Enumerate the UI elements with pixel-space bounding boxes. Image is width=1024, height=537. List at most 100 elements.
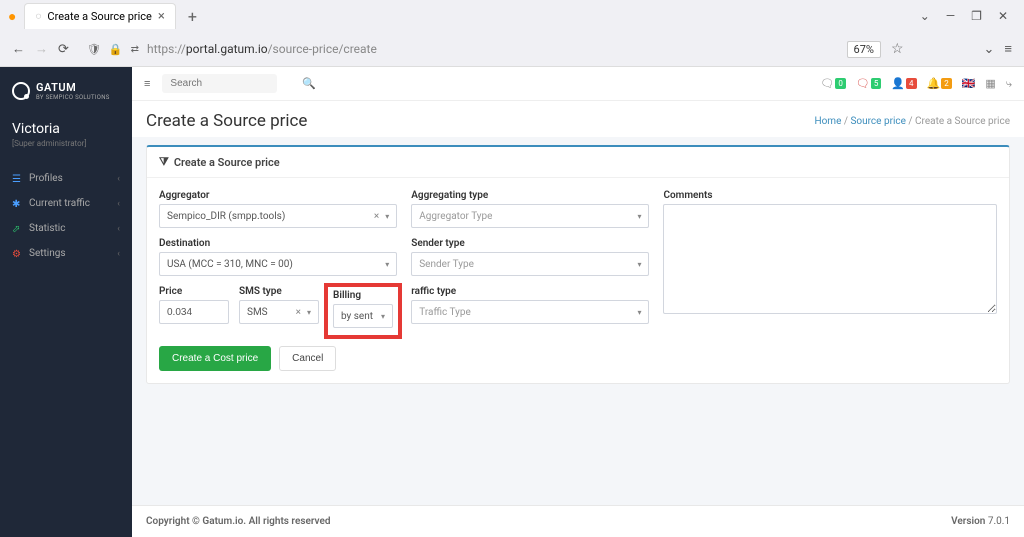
back-button[interactable]: ← bbox=[12, 41, 25, 57]
pocket-icon[interactable]: ⌄ bbox=[984, 42, 995, 57]
sidebar-item-profiles[interactable]: ☰ Profiles ‹ bbox=[0, 166, 132, 191]
footer: Copyright © Gatum.io. All rights reserve… bbox=[132, 505, 1024, 537]
field-sender-type: Sender type Sender Type ▾ bbox=[411, 238, 649, 276]
footer-version-label: Version bbox=[951, 516, 985, 527]
tab-title: Create a Source price bbox=[47, 10, 151, 23]
select-sms-type[interactable]: SMS ×▾ bbox=[239, 300, 319, 324]
footer-version: 7.0.1 bbox=[988, 516, 1010, 527]
select-billing[interactable]: by sent ▾ bbox=[333, 304, 393, 328]
nav-bar: ← → ⟳ 🛡 🔒 ⇄ https://portal.gatum.io/sour… bbox=[0, 32, 1024, 66]
clear-icon[interactable]: × bbox=[374, 211, 379, 222]
breadcrumb-current: Create a Source price bbox=[915, 116, 1010, 127]
select-aggregator[interactable]: Sempico_DIR (smpp.tools) ×▾ bbox=[159, 204, 397, 228]
sidebar-item-label: Settings bbox=[29, 248, 66, 259]
label-aggregating-type: Aggregating type bbox=[411, 190, 649, 201]
maximize-icon[interactable]: ❐ bbox=[971, 9, 982, 23]
label-comments: Comments bbox=[663, 190, 997, 201]
chevron-left-icon: ‹ bbox=[117, 224, 120, 234]
page-header: Create a Source price Home / Source pric… bbox=[132, 101, 1024, 137]
field-billing: Billing by sent ▾ bbox=[324, 283, 402, 339]
select-sender-type[interactable]: Sender Type ▾ bbox=[411, 252, 649, 276]
lock-icon[interactable]: 🔒 bbox=[109, 43, 123, 56]
caret-down-icon: ▾ bbox=[637, 260, 641, 269]
reload-button[interactable]: ⟳ bbox=[58, 42, 69, 57]
user-name: Victoria bbox=[12, 121, 120, 137]
bookmark-icon[interactable]: ☆ bbox=[891, 41, 904, 57]
card-header: ⧩ Create a Source price bbox=[147, 147, 1009, 178]
cancel-button[interactable]: Cancel bbox=[279, 346, 336, 371]
sidebar-item-label: Current traffic bbox=[29, 198, 90, 209]
flag-icon[interactable]: 🇬🇧 bbox=[962, 77, 976, 90]
label-sender-type: Sender type bbox=[411, 238, 649, 249]
grid-icon[interactable]: ▦ bbox=[985, 77, 995, 90]
window-close-icon[interactable]: ✕ bbox=[998, 9, 1008, 23]
field-aggregating-type: Aggregating type Aggregator Type ▾ bbox=[411, 190, 649, 228]
breadcrumb-parent[interactable]: Source price bbox=[850, 116, 905, 127]
url-bar[interactable]: 🛡 🔒 ⇄ https://portal.gatum.io/source-pri… bbox=[79, 42, 837, 56]
field-aggregator: Aggregator Sempico_DIR (smpp.tools) ×▾ bbox=[159, 190, 397, 228]
label-traffic-type: raffic type bbox=[411, 286, 649, 297]
notif-users[interactable]: 👤4 bbox=[891, 77, 916, 90]
caret-down-icon: ▾ bbox=[385, 260, 389, 269]
page-title: Create a Source price bbox=[146, 111, 307, 131]
browser-tab[interactable]: ◌ Create a Source price × bbox=[24, 3, 175, 29]
profiles-icon: ☰ bbox=[12, 174, 22, 184]
brand-name: GATUM bbox=[36, 81, 110, 94]
field-destination: Destination USA (MCC = 310, MNC = 00) ▾ bbox=[159, 238, 397, 276]
field-traffic-type: raffic type Traffic Type ▾ bbox=[411, 286, 649, 324]
tab-bar: ● ◌ Create a Source price × + ⌄ — ❐ ✕ bbox=[0, 0, 1024, 32]
search-icon[interactable]: 🔍 bbox=[302, 77, 316, 90]
search-input[interactable] bbox=[170, 78, 302, 89]
chevron-left-icon: ‹ bbox=[117, 174, 120, 184]
content: ≡ 🔍 🗨0 🗨5 👤4 🔔2 🇬🇧 ▦ ⤷ Create a Source p… bbox=[132, 67, 1024, 537]
clear-icon[interactable]: × bbox=[296, 307, 301, 318]
notif-bell[interactable]: 🔔2 bbox=[927, 77, 952, 90]
notif-alerts[interactable]: 🗨5 bbox=[856, 77, 881, 90]
form-card: ⧩ Create a Source price Aggregator Sempi… bbox=[146, 145, 1010, 384]
caret-down-icon: ▾ bbox=[381, 312, 385, 321]
sidebar-item-current-traffic[interactable]: ✱ Current traffic ‹ bbox=[0, 191, 132, 216]
logo: GATUM BY SEMPICO SOLUTIONS bbox=[0, 67, 132, 111]
close-icon[interactable]: × bbox=[158, 9, 165, 24]
permissions-icon[interactable]: ⇄ bbox=[131, 44, 139, 55]
menu-toggle-icon[interactable]: ≡ bbox=[144, 77, 150, 90]
topbar-right: 🗨0 🗨5 👤4 🔔2 🇬🇧 ▦ ⤷ bbox=[820, 77, 1012, 91]
select-traffic-type[interactable]: Traffic Type ▾ bbox=[411, 300, 649, 324]
chevron-down-icon[interactable]: ⌄ bbox=[920, 9, 930, 23]
menu-icon[interactable]: ≡ bbox=[1004, 41, 1012, 57]
tab-favicon: ◌ bbox=[35, 11, 41, 22]
search-box[interactable]: 🔍 bbox=[162, 74, 277, 93]
select-aggregating-type[interactable]: Aggregator Type ▾ bbox=[411, 204, 649, 228]
chevron-left-icon: ‹ bbox=[117, 199, 120, 209]
window-controls: ⌄ — ❐ ✕ bbox=[920, 9, 1016, 23]
minimize-icon[interactable]: — bbox=[946, 9, 955, 23]
field-sms-type: SMS type SMS ×▾ bbox=[239, 286, 319, 332]
zoom-level[interactable]: 67% bbox=[847, 41, 881, 58]
textarea-comments[interactable] bbox=[663, 204, 997, 314]
caret-down-icon: ▾ bbox=[307, 308, 311, 317]
label-billing: Billing bbox=[333, 290, 393, 301]
brand-tagline: BY SEMPICO SOLUTIONS bbox=[36, 94, 110, 101]
caret-down-icon: ▾ bbox=[637, 212, 641, 221]
logout-icon[interactable]: ⤷ bbox=[1006, 77, 1012, 91]
breadcrumb-home[interactable]: Home bbox=[814, 116, 841, 127]
label-sms-type: SMS type bbox=[239, 286, 319, 297]
new-tab-button[interactable]: + bbox=[180, 3, 205, 30]
statistic-icon: ⬀ bbox=[12, 224, 22, 234]
label-aggregator: Aggregator bbox=[159, 190, 397, 201]
logo-icon bbox=[12, 82, 30, 100]
input-price[interactable] bbox=[159, 300, 229, 324]
user-role: [Super administrator] bbox=[12, 139, 120, 148]
select-destination[interactable]: USA (MCC = 310, MNC = 00) ▾ bbox=[159, 252, 397, 276]
submit-button[interactable]: Create a Cost price bbox=[159, 346, 271, 371]
shield-icon[interactable]: 🛡 bbox=[87, 43, 101, 56]
app: GATUM BY SEMPICO SOLUTIONS Victoria [Sup… bbox=[0, 67, 1024, 537]
label-destination: Destination bbox=[159, 238, 397, 249]
sidebar-item-settings[interactable]: ⚙ Settings ‹ bbox=[0, 241, 132, 266]
sidebar-item-label: Statistic bbox=[29, 223, 65, 234]
forward-button: → bbox=[35, 41, 48, 57]
notif-messages[interactable]: 🗨0 bbox=[820, 77, 845, 90]
sidebar-item-statistic[interactable]: ⬀ Statistic ‹ bbox=[0, 216, 132, 241]
firefox-icon: ● bbox=[8, 8, 16, 25]
filter-icon: ⧩ bbox=[159, 155, 169, 169]
